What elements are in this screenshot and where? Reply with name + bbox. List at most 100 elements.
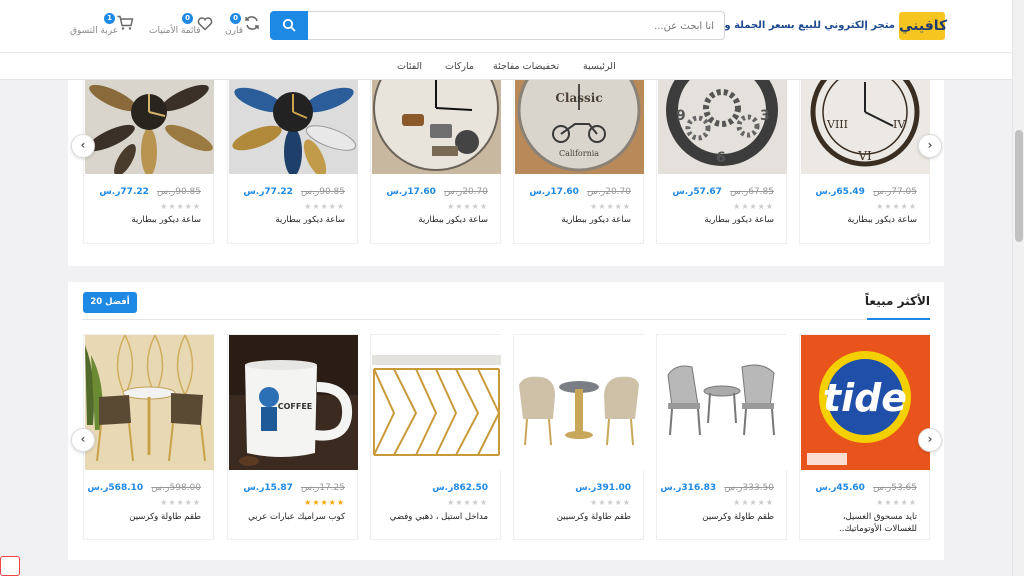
product-card[interactable]: tide 53.65ر.س 45.60ر.س ★★★★★ تايد مسحوق … [799, 334, 930, 540]
rating-stars: ★★★★★ [876, 498, 917, 507]
wishlist-label: قائمة الأمنيات [149, 26, 201, 36]
new-price: 57.67ر.س [672, 187, 722, 197]
rating-stars: ★★★★★ [447, 498, 488, 507]
product-card[interactable]: 9 3 6 67.85ر.س 57.67ر.س ★★★★★ ساعة ديكور… [656, 80, 787, 244]
product-name[interactable]: ساعة ديكور ببطارية [523, 214, 631, 226]
nav-item-categories[interactable]: الفئات [397, 61, 422, 72]
product-price: 20.70ر.س 17.60ر.س [386, 187, 488, 197]
floating-badge-icon[interactable] [0, 556, 20, 576]
product-card[interactable]: 90.85ر.س 77.22ر.س ★★★★★ ساعة ديكور ببطار… [83, 80, 214, 244]
velvet-chairs-icon [85, 335, 214, 470]
old-price: 17.25ر.س [301, 483, 345, 493]
new-price: 45.60ر.س [815, 483, 865, 493]
page-scrollbar[interactable] [1012, 0, 1024, 576]
product-name[interactable]: طقم طاولة وكرسين [93, 511, 201, 523]
new-price: 15.87ر.س [243, 483, 293, 493]
bestsellers-section: الأكثر مبيعاً أفضل 20 tide 53.65ر.س 45.6… [68, 282, 944, 560]
rating-stars: ★★★★★ [160, 498, 201, 507]
product-image[interactable]: tide [801, 335, 930, 470]
new-price: 568.10ر.س [87, 483, 144, 493]
clocks-product-section: VI VIII IV 77.05ر.س 65.49ر.س ★★★★★ ساعة … [68, 80, 944, 266]
product-price: 391.00ر.س [575, 483, 631, 493]
svg-text:California: California [559, 149, 599, 158]
vintage-motorcycle-clock-icon: Classic California [515, 80, 644, 174]
title-accent-line [867, 318, 930, 320]
section-title: الأكثر مبيعاً [864, 294, 930, 308]
rating-stars: ★★★★★ [304, 202, 345, 211]
product-image[interactable] [85, 80, 214, 174]
product-image[interactable] [372, 335, 501, 470]
product-card[interactable]: 90.85ر.س 77.22ر.س ★★★★★ ساعة ديكور ببطار… [227, 80, 358, 244]
top-20-button[interactable]: أفضل 20 [83, 292, 137, 313]
cart-label: عربة التسوق [70, 26, 119, 36]
product-card[interactable]: VI VIII IV 77.05ر.س 65.49ر.س ★★★★★ ساعة … [799, 80, 930, 244]
product-card[interactable]: 391.00ر.س ★★★★★ طقم طاولة وكرسيين [513, 334, 644, 540]
product-price: 90.85ر.س 77.22ر.س [243, 187, 345, 197]
gold-console-table-icon [372, 335, 501, 470]
svg-text:9: 9 [676, 108, 686, 124]
search-input[interactable] [334, 17, 714, 35]
product-image[interactable] [372, 80, 501, 174]
title-divider [82, 319, 930, 320]
roman-metal-clock-icon: VI VIII IV [801, 80, 930, 174]
rattan-chairs-icon [658, 335, 787, 470]
old-price: 90.85ر.س [157, 187, 201, 197]
product-name[interactable]: مداخل استيل ، ذهبي وفضي [380, 511, 488, 523]
product-name[interactable]: ساعة ديكور ببطارية [809, 214, 917, 226]
svg-text:VI: VI [857, 149, 872, 163]
cart-icon [117, 15, 134, 30]
cart-count-badge: 1 [104, 13, 115, 24]
product-name[interactable]: ساعة ديكور ببطارية [237, 214, 345, 226]
product-name[interactable]: كوب سراميك عبارات عربي [237, 511, 345, 523]
product-card[interactable]: 862.50ر.س ★★★★★ مداخل استيل ، ذهبي وفضي [370, 334, 501, 540]
compare-label: قارن [225, 26, 243, 36]
carousel-prev-button[interactable]: ‹ [71, 428, 95, 452]
search-icon [282, 18, 296, 32]
product-image[interactable] [85, 335, 214, 470]
product-name[interactable]: تايد مسحوق الغسيل، للغسالات الأوتوماتيك.… [809, 511, 917, 535]
old-price: 598.00ر.س [151, 483, 201, 493]
scrollbar-thumb[interactable] [1015, 130, 1023, 242]
svg-text:3: 3 [760, 108, 770, 124]
rating-stars: ★★★★★ [160, 202, 201, 211]
chevron-right-icon: › [927, 432, 933, 446]
nav-item-flash-deals[interactable]: تخفيضات مفاجئة [493, 61, 559, 72]
search-box [307, 11, 725, 40]
rating-stars: ★★★★★ [304, 498, 345, 507]
rating-stars: ★★★★★ [590, 202, 631, 211]
bistro-clock-icon [372, 80, 501, 174]
old-price: 90.85ر.س [301, 187, 345, 197]
product-image[interactable] [229, 80, 358, 174]
main-nav: الرئيسية تخفيضات مفاجئة ماركات الفئات [0, 52, 1012, 80]
product-name[interactable]: ساعة ديكور ببطارية [666, 214, 774, 226]
product-image[interactable] [658, 335, 787, 470]
nav-item-brands[interactable]: ماركات [445, 61, 474, 72]
product-name[interactable]: ساعة ديكور ببطارية [380, 214, 488, 226]
carousel-next-button[interactable]: › [918, 428, 942, 452]
product-image[interactable] [515, 335, 644, 470]
product-card[interactable]: 598.00ر.س 568.10ر.س ★★★★★ طقم طاولة وكرس… [83, 334, 214, 540]
product-name[interactable]: طقم طاولة وكرسيين [523, 511, 631, 523]
product-image[interactable]: VI VIII IV [801, 80, 930, 174]
search-button[interactable] [270, 11, 308, 40]
product-name[interactable]: ساعة ديكور ببطارية [93, 214, 201, 226]
product-card[interactable]: 20.70ر.س 17.60ر.س ★★★★★ ساعة ديكور ببطار… [370, 80, 501, 244]
product-card[interactable]: 333.50ر.س 316.83ر.س ★★★★★ طقم طاولة وكرس… [656, 334, 787, 540]
product-image[interactable]: 9 3 6 [658, 80, 787, 174]
detergent-box-icon: tide [801, 335, 930, 470]
product-name[interactable]: طقم طاولة وكرسين [666, 511, 774, 523]
site-logo[interactable]: كافيني متجر إلكتروني للبيع بسعر الجملة و… [686, 12, 947, 40]
product-card[interactable]: COFFEE 17.25ر.س 15.87ر.س ★★★★★ كوب سرامي… [227, 334, 358, 540]
nav-item-home[interactable]: الرئيسية [583, 61, 616, 72]
new-price: 17.60ر.س [386, 187, 436, 197]
beige-chairs-icon [515, 335, 644, 470]
product-price: 333.50ر.س 316.83ر.س [660, 483, 774, 493]
product-image[interactable]: COFFEE [229, 335, 358, 470]
carousel-next-button[interactable]: › [918, 134, 942, 158]
product-card[interactable]: Classic California 20.70ر.س 17.60ر.س ★★★… [513, 80, 644, 244]
carousel-prev-button[interactable]: ‹ [71, 134, 95, 158]
top-header: كافيني متجر إلكتروني للبيع بسعر الجملة و… [0, 0, 1012, 52]
product-image[interactable]: Classic California [515, 80, 644, 174]
new-price: 65.49ر.س [815, 187, 865, 197]
rating-stars: ★★★★★ [733, 202, 774, 211]
